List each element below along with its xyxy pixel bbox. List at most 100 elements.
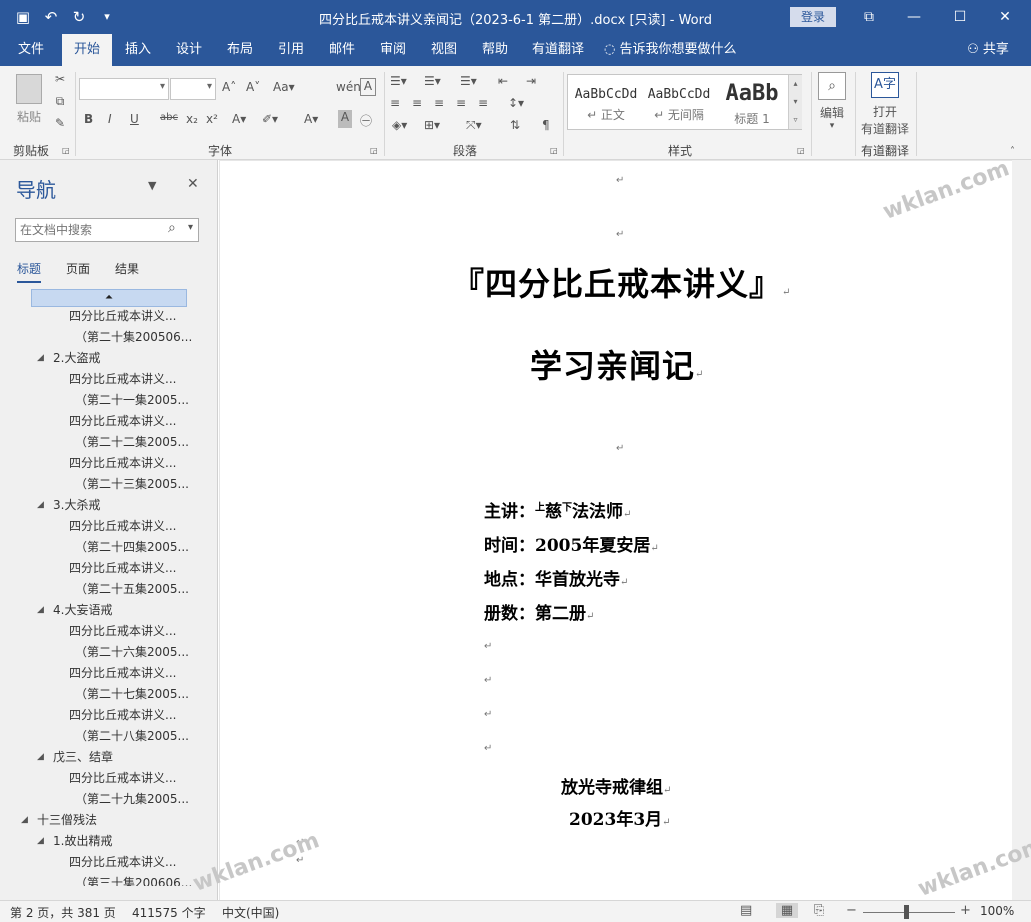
change-case-icon[interactable]: Aa▾ [273, 80, 295, 94]
minimize-icon[interactable]: — [894, 0, 934, 34]
word-count[interactable]: 411575 个字 [132, 904, 206, 921]
nav-heading-subtitle[interactable]: （第三十集200606... [75, 873, 192, 886]
zoom-slider-thumb[interactable] [904, 905, 909, 919]
expand-triangle-icon[interactable]: ◢ [21, 810, 28, 831]
align-left-icon[interactable]: ≡ [390, 96, 400, 110]
asian-layout-icon[interactable]: ⤧▾ [466, 118, 482, 133]
italic-icon[interactable]: I [108, 112, 112, 126]
search-icon[interactable]: ⌕ [168, 220, 176, 236]
decrease-indent-icon[interactable]: ⇤ [498, 74, 508, 88]
justify-icon[interactable]: ≡ [456, 96, 466, 110]
dialog-launcher-icon[interactable]: ◲ [797, 146, 805, 155]
tab-view[interactable]: 视图 [419, 34, 469, 66]
shading-icon[interactable]: ◈▾ [392, 118, 407, 132]
nav-close-icon[interactable]: ✕ [187, 176, 199, 192]
zoom-slider[interactable] [863, 912, 955, 913]
scroll-to-top-button[interactable]: ⏶ [31, 289, 187, 307]
page-count[interactable]: 第 2 页，共 381 页 [10, 904, 116, 921]
dialog-launcher-icon[interactable]: ◲ [370, 146, 378, 155]
nav-heading-item[interactable]: 四分比丘戒本讲义... [69, 768, 176, 789]
tab-review[interactable]: 审阅 [368, 34, 418, 66]
expand-triangle-icon[interactable]: ◢ [37, 747, 44, 768]
sort-icon[interactable]: ⇅ [510, 118, 520, 132]
restore-ribbon-icon[interactable]: ⧉ [849, 0, 889, 34]
language-indicator[interactable]: 中文(中国) [222, 904, 279, 921]
shrink-font-icon[interactable]: A˅ [246, 80, 260, 94]
nav-heading-item[interactable]: 四分比丘戒本讲义... [69, 453, 176, 474]
nav-heading-item[interactable]: 四分比丘戒本讲义... [69, 621, 176, 642]
numbering-icon[interactable]: ☰▾ [424, 74, 441, 88]
editing-button[interactable]: ⌕ 编辑 ▾ [815, 72, 849, 131]
paste-button[interactable]: 粘贴 [10, 72, 48, 132]
superscript-icon[interactable]: x² [206, 112, 218, 126]
enclose-char-icon[interactable]: ㊀ [360, 112, 372, 129]
borders-icon[interactable]: ⊞▾ [424, 118, 440, 132]
document-page[interactable]: ↵ ↵ 『四分比丘戒本讲义』↵ 学习亲闻记↵ ↵ 主讲：上慈下法法师↵ 时间：2… [220, 161, 1012, 900]
distribute-icon[interactable]: ≡ [478, 96, 488, 110]
subscript-icon[interactable]: x₂ [186, 112, 198, 126]
char-border-icon[interactable]: A [360, 78, 376, 96]
font-color-icon[interactable]: A▾ [304, 112, 318, 126]
zoom-out-icon[interactable]: − [846, 903, 857, 918]
show-marks-icon[interactable]: ¶ [542, 118, 550, 132]
expand-triangle-icon[interactable]: ◢ [37, 600, 44, 621]
tab-design[interactable]: 设计 [164, 34, 214, 66]
bullets-icon[interactable]: ☰▾ [390, 74, 407, 88]
multilevel-list-icon[interactable]: ☰▾ [460, 74, 477, 88]
increase-indent-icon[interactable]: ⇥ [526, 74, 536, 88]
nav-heading-item[interactable]: ◢ 十三僧残法 [21, 810, 97, 831]
nav-heading-item[interactable]: ◢ 戊三、结章 [37, 747, 113, 768]
web-layout-icon[interactable]: ⎘ [814, 903, 824, 918]
style-heading-1[interactable]: AaBb 标题 1 [717, 79, 787, 127]
read-mode-icon[interactable]: ▤ [740, 903, 752, 918]
nav-tab-headings[interactable]: 标题 [17, 260, 42, 283]
nav-tab-pages[interactable]: 页面 [66, 260, 90, 277]
nav-heading-item[interactable]: 四分比丘戒本讲义... [69, 663, 176, 684]
open-youdao-button[interactable]: A字 打开 有道翻译 [858, 72, 912, 137]
nav-heading-subtitle[interactable]: （第二十四集2005... [75, 537, 189, 558]
nav-options-icon[interactable]: ▼ [148, 179, 156, 192]
nav-heading-subtitle[interactable]: （第二十七集2005... [75, 684, 189, 705]
zoom-level[interactable]: 100% [980, 904, 1014, 918]
copy-icon[interactable]: ⧉ [52, 94, 68, 109]
maximize-icon[interactable]: ☐ [940, 0, 980, 34]
vertical-scrollbar[interactable] [1012, 160, 1031, 900]
grow-font-icon[interactable]: A˄ [222, 80, 236, 94]
tab-mailings[interactable]: 邮件 [317, 34, 367, 66]
text-effects-icon[interactable]: A▾ [232, 112, 246, 126]
nav-heading-item[interactable]: ◢ 1.故出精戒 [37, 831, 112, 852]
underline-icon[interactable]: U [130, 112, 139, 126]
nav-heading-item[interactable]: 四分比丘戒本讲义... [69, 705, 176, 726]
nav-heading-subtitle[interactable]: （第二十三集2005... [75, 474, 189, 495]
expand-triangle-icon[interactable]: ◢ [37, 831, 44, 852]
line-spacing-icon[interactable]: ↕▾ [508, 96, 524, 110]
tab-file[interactable]: 文件 [6, 34, 56, 66]
nav-heading-subtitle[interactable]: （第二十集200506... [75, 327, 192, 348]
format-painter-icon[interactable]: ✎ [52, 116, 68, 130]
share-button[interactable]: ⚇ 共享 [958, 34, 1018, 66]
nav-heading-item[interactable]: 四分比丘戒本讲义... [69, 852, 176, 873]
nav-heading-subtitle[interactable]: （第二十九集2005... [75, 789, 189, 810]
bold-icon[interactable]: B [84, 112, 93, 126]
nav-heading-item[interactable]: ◢ 3.大杀戒 [37, 495, 100, 516]
tab-youdao[interactable]: 有道翻译 [526, 34, 590, 66]
style-normal[interactable]: AaBbCcDd ↵ 正文 [571, 79, 641, 127]
dialog-launcher-icon[interactable]: ◲ [550, 146, 558, 155]
nav-heading-item[interactable]: 四分比丘戒本讲义... [69, 369, 176, 390]
align-right-icon[interactable]: ≡ [434, 96, 444, 110]
tab-references[interactable]: 引用 [266, 34, 316, 66]
cut-icon[interactable]: ✂ [52, 72, 68, 86]
collapse-ribbon-icon[interactable]: ˄ [1010, 146, 1015, 157]
phonetic-guide-icon[interactable]: wén [336, 80, 361, 94]
strikethrough-icon[interactable]: abc [160, 112, 178, 123]
nav-heading-item[interactable]: 四分比丘戒本讲义... [69, 411, 176, 432]
expand-triangle-icon[interactable]: ◢ [37, 348, 44, 369]
nav-tab-results[interactable]: 结果 [115, 260, 139, 277]
nav-heading-subtitle[interactable]: （第二十六集2005... [75, 642, 189, 663]
nav-heading-item[interactable]: ◢ 4.大妄语戒 [37, 600, 112, 621]
zoom-in-icon[interactable]: + [960, 903, 971, 918]
tab-insert[interactable]: 插入 [113, 34, 163, 66]
expand-triangle-icon[interactable]: ◢ [37, 495, 44, 516]
login-button[interactable]: 登录 [790, 7, 836, 27]
print-layout-icon[interactable]: ▦ [776, 903, 798, 918]
